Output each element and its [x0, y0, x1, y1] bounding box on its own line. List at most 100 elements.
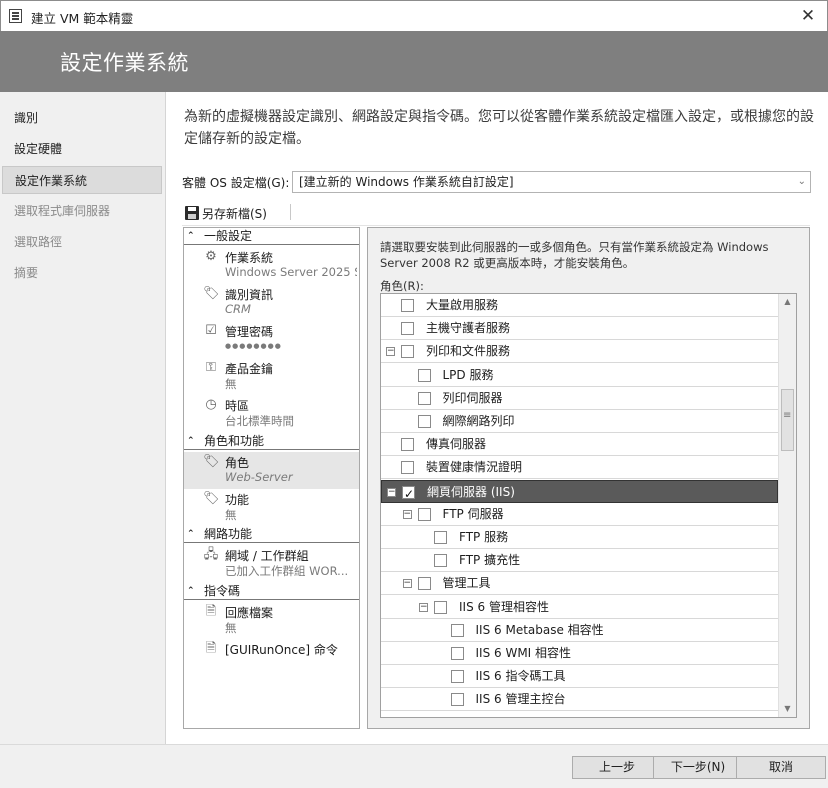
nav-item-os[interactable]: 設定作業系統	[2, 166, 162, 194]
section-general[interactable]: ⌃ 一般設定	[184, 228, 359, 245]
role-checkbox[interactable]	[401, 345, 414, 359]
scrollbar-thumb[interactable]	[781, 389, 794, 451]
role-row[interactable]: 傳真伺服器	[381, 433, 778, 457]
collapse-toggle-icon[interactable]: −	[402, 579, 412, 589]
role-label: IIS 6 Metabase 相容性	[475, 622, 604, 637]
page-header-banner: 設定作業系統	[0, 31, 828, 92]
role-checkbox[interactable]	[434, 531, 447, 544]
setting-guirunonce[interactable]: 🗎 [GUIRunOnce] 命令	[184, 639, 359, 676]
setting-product-key[interactable]: ⚿ 產品金鑰 無	[184, 358, 359, 395]
close-icon[interactable]: ✕	[795, 4, 821, 28]
role-checkbox[interactable]	[417, 577, 431, 591]
key-icon: ⚿	[206, 360, 216, 375]
role-row[interactable]: − 網頁伺服器 (IIS)	[381, 479, 778, 505]
collapse-toggle-icon[interactable]: −	[419, 602, 428, 612]
role-label: 列印伺服器	[442, 390, 503, 405]
role-checkbox[interactable]	[417, 507, 431, 521]
role-checkbox[interactable]	[401, 438, 414, 452]
setting-answer-file[interactable]: 🗎 回應檔案 無	[184, 602, 359, 639]
setting-domain-workgroup[interactable]: 🖧 網域 / 工作群組 已加入工作群組 WOR...	[184, 545, 359, 582]
role-label: IIS 6 指令碼工具	[475, 669, 566, 684]
roles-description: 請選取要安裝到此伺服器的一或多個角色。只有當作業系統設定為 Windows Se…	[380, 240, 769, 270]
role-row[interactable]: 列印伺服器	[381, 387, 778, 410]
role-row[interactable]: IIS 6 Metabase 相容性	[381, 619, 778, 642]
role-checkbox[interactable]	[450, 647, 464, 660]
profile-toolbar: 另存新檔(S)	[182, 200, 810, 226]
main-content: 為新的虛擬機器設定識別、網路設定與指令碼。您可以從客體作業系統設定檔匯入設定，或…	[166, 92, 828, 744]
role-row[interactable]: 主機守護者服務	[381, 317, 778, 341]
role-checkbox[interactable]	[402, 483, 415, 505]
role-row[interactable]: 大量啟用服務	[381, 294, 778, 317]
roles-label: 角色(R):	[380, 279, 424, 293]
role-row[interactable]: LPD 服務	[381, 364, 778, 387]
role-checkbox[interactable]	[450, 693, 464, 707]
role-label: 網頁伺服器 (IIS)	[427, 484, 515, 499]
role-checkbox[interactable]	[450, 670, 464, 684]
role-checkbox[interactable]	[450, 623, 464, 637]
role-row[interactable]: − IIS 6 管理相容性	[381, 596, 778, 619]
setting-operating-system[interactable]: ⚙ 作業系統 Windows Server 2025 St...	[184, 247, 359, 284]
scroll-down-arrow-icon[interactable]: ▼	[779, 701, 796, 717]
wizard-footer: 上一步 下一步(N) 取消	[0, 744, 828, 788]
setting-timezone[interactable]: ◷ 時區 台北標準時間	[184, 395, 359, 432]
role-row[interactable]: − FTP 伺服器	[381, 503, 778, 526]
scroll-up-arrow-icon[interactable]: ▲	[779, 294, 796, 310]
role-label: 裝置健康情況證明	[426, 460, 523, 475]
collapse-toggle-icon[interactable]: −	[402, 509, 412, 519]
role-label: 傳真伺服器	[426, 437, 487, 452]
os-profile-dropdown[interactable]: [建立新的 Windows 作業系統自訂設定] ⌄	[292, 171, 811, 193]
save-as-new-button[interactable]: 另存新檔(S)	[202, 205, 267, 222]
intro-text: 為新的虛擬機器設定識別、網路設定與指令碼。您可以從客體作業系統設定檔匯入設定，或…	[184, 109, 814, 147]
nav-item-identity[interactable]: 識別	[2, 104, 162, 132]
role-label: 大量啟用服務	[426, 298, 499, 312]
network-computers-icon: 🖧	[203, 547, 219, 562]
role-label: 管理工具	[442, 576, 491, 591]
role-row[interactable]: IIS 6 管理主控台	[381, 688, 778, 712]
os-profile-label: 客體 OS 設定檔(G):	[182, 176, 290, 190]
wizard-app-icon	[9, 9, 22, 23]
role-row[interactable]: FTP 擴充性	[381, 549, 778, 573]
role-label: IIS 6 WMI 相容性	[475, 646, 572, 660]
role-row[interactable]: IIS 6 指令碼工具	[381, 665, 778, 689]
window-title: 建立 VM 範本精靈	[31, 11, 134, 26]
section-networking[interactable]: ⌃ 網路功能	[184, 526, 359, 543]
role-checkbox[interactable]	[417, 391, 431, 405]
roles-tag-icon: 🏷	[203, 454, 220, 469]
role-checkbox[interactable]	[434, 554, 447, 568]
role-checkbox[interactable]	[417, 415, 431, 428]
setting-admin-password[interactable]: ☑ 管理密碼 ●●●●●●●●	[184, 321, 359, 358]
clock-icon: ◷	[205, 397, 217, 412]
role-row[interactable]: 網際網路列印	[381, 410, 778, 433]
setting-roles[interactable]: 🏷 角色 Web-Server	[184, 452, 359, 489]
title-bar: 建立 VM 範本精靈 ✕	[0, 0, 828, 31]
setting-features[interactable]: 🏷 功能 無	[184, 489, 359, 526]
next-button[interactable]: 下一步(N)	[653, 756, 743, 779]
page-title: 設定作業系統	[60, 51, 189, 75]
previous-button[interactable]: 上一步	[572, 756, 662, 779]
role-checkbox[interactable]	[401, 322, 414, 336]
role-row[interactable]: 裝置健康情況證明	[381, 456, 778, 480]
collapse-toggle-icon[interactable]: −	[386, 347, 395, 357]
document-icon: 🗎	[205, 641, 217, 656]
roles-tree-list: 大量啟用服務主機守護者服務 − 列印和文件服務 LPD 服務列印伺服器網際網路列印傳真…	[380, 293, 797, 718]
role-row[interactable]: − 管理工具	[381, 572, 778, 596]
role-checkbox[interactable]	[417, 368, 431, 382]
setting-identity[interactable]: 🏷 識別資訊 CRM	[184, 284, 359, 321]
nav-item-hardware[interactable]: 設定硬體	[2, 135, 162, 163]
role-label: 網際網路列印	[442, 414, 515, 428]
role-row[interactable]: IIS 6 WMI 相容性	[381, 642, 778, 665]
role-checkbox[interactable]	[401, 461, 414, 475]
vertical-scrollbar[interactable]: ▲ ▼	[778, 294, 796, 717]
role-row[interactable]: − 列印和文件服務	[381, 340, 778, 364]
role-checkbox[interactable]	[434, 600, 447, 614]
role-checkbox[interactable]	[401, 299, 414, 312]
section-scripts[interactable]: ⌃ 指令碼	[184, 583, 359, 600]
collapse-toggle-icon[interactable]: −	[387, 487, 396, 497]
collapse-chevron-icon: ⌃	[187, 436, 195, 446]
role-label: FTP 伺服器	[442, 506, 504, 521]
role-row[interactable]: FTP 服務	[381, 526, 778, 549]
section-roles-features[interactable]: ⌃ 角色和功能	[184, 433, 359, 450]
document-icon: 🗎	[205, 604, 217, 619]
role-label: 列印和文件服務	[426, 344, 511, 359]
cancel-button[interactable]: 取消	[736, 756, 826, 779]
